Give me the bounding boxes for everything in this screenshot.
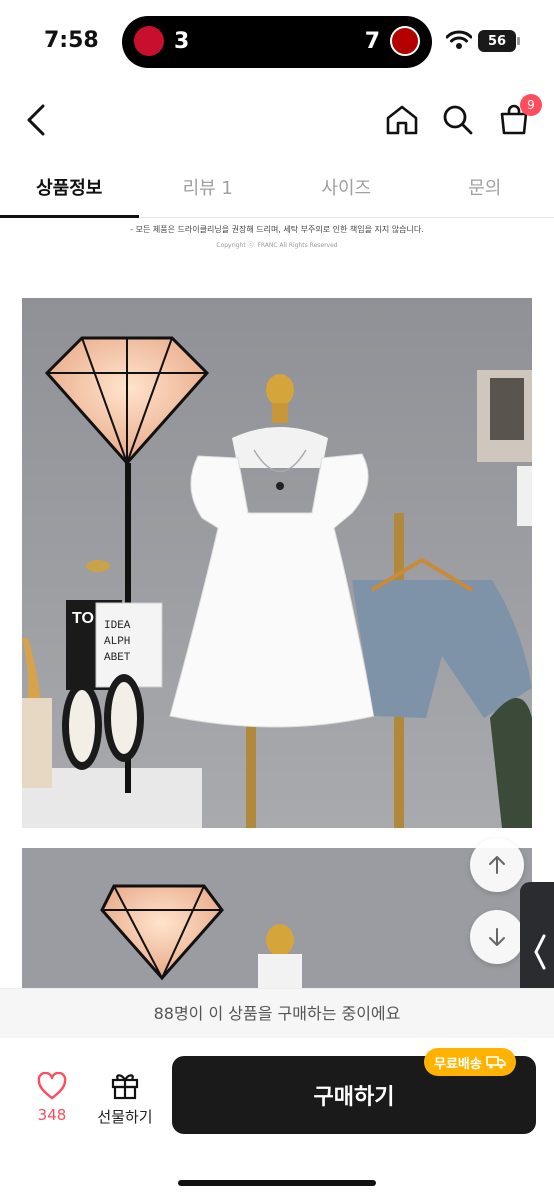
gift-label: 선물하기 [97, 1108, 153, 1126]
card-line-1: IDEA [104, 620, 131, 632]
battery-indicator: 56 [478, 30, 520, 52]
status-bar: 7:58 3 7 56 [0, 0, 554, 80]
live-activity-island[interactable]: 3 7 [122, 16, 432, 68]
care-notice: - 모든 제품은 드라이클리닝을 권장해 드리며, 세탁 부주의로 인한 책임을… [0, 222, 554, 254]
away-score: 7 [364, 28, 380, 54]
product-photo: TO FO IDEA ALPH ABET [22, 298, 532, 828]
heart-icon [37, 1071, 67, 1100]
home-team-logo-icon [134, 26, 164, 56]
product-photo-illustration: TO FO IDEA ALPH ABET [22, 298, 532, 828]
wifi-icon [445, 30, 473, 54]
gift-button[interactable]: 선물하기 [92, 1070, 158, 1127]
purchase-bar: 348 선물하기 구매하기 무료배송 [0, 1038, 554, 1200]
back-button[interactable] [14, 98, 58, 142]
cart-count-badge: 9 [520, 94, 542, 116]
home-indicator [178, 1180, 376, 1186]
tab-size[interactable]: 사이즈 [277, 164, 416, 217]
home-button[interactable] [380, 98, 424, 142]
chevron-left-icon [534, 934, 546, 970]
tab-inquiry[interactable]: 문의 [416, 164, 554, 217]
chevron-left-icon [27, 104, 45, 136]
tab-reviews[interactable]: 리뷰 1 [139, 164, 278, 217]
home-icon [386, 105, 418, 135]
copyright-text: Copyright ⓒ. FRANC All Rights Reserved [216, 242, 338, 249]
home-score: 3 [174, 28, 190, 54]
free-shipping-label: 무료배송 [434, 1056, 482, 1072]
cart-button[interactable]: 9 [492, 94, 542, 142]
buying-now-banner: 88명이 이 상품을 구매하는 중이에요 [0, 988, 554, 1038]
top-nav: 9 [0, 90, 554, 150]
card-line-3: ABET [104, 652, 131, 664]
arrow-down-icon [489, 928, 505, 946]
search-button[interactable] [436, 98, 480, 142]
status-time: 7:58 [44, 28, 99, 53]
card-line-2: ALPH [104, 636, 130, 648]
product-detail-page: 7:58 3 7 56 9 상품정보 리뷰 1 사이즈 문의 - 모든 제품은 … [0, 0, 554, 1200]
gift-icon [111, 1074, 139, 1100]
like-count: 348 [37, 1106, 67, 1124]
search-icon [443, 105, 473, 135]
product-photo-2 [22, 848, 532, 988]
scroll-bottom-button[interactable] [470, 910, 524, 964]
care-notice-text: - 모든 제품은 드라이클리닝을 권장해 드리며, 세탁 부주의로 인한 책임을… [130, 225, 424, 234]
truck-icon [486, 1056, 506, 1069]
tab-product-info[interactable]: 상품정보 [0, 164, 139, 218]
free-shipping-badge: 무료배송 [424, 1048, 516, 1076]
away-team-logo-icon [390, 26, 420, 56]
like-button[interactable]: 348 [28, 1071, 76, 1124]
battery-level: 56 [487, 33, 507, 49]
product-tabs: 상품정보 리뷰 1 사이즈 문의 [0, 164, 554, 218]
arrow-up-icon [489, 856, 505, 874]
product-photo-2-illustration [22, 848, 532, 988]
scroll-top-button[interactable] [470, 838, 524, 892]
